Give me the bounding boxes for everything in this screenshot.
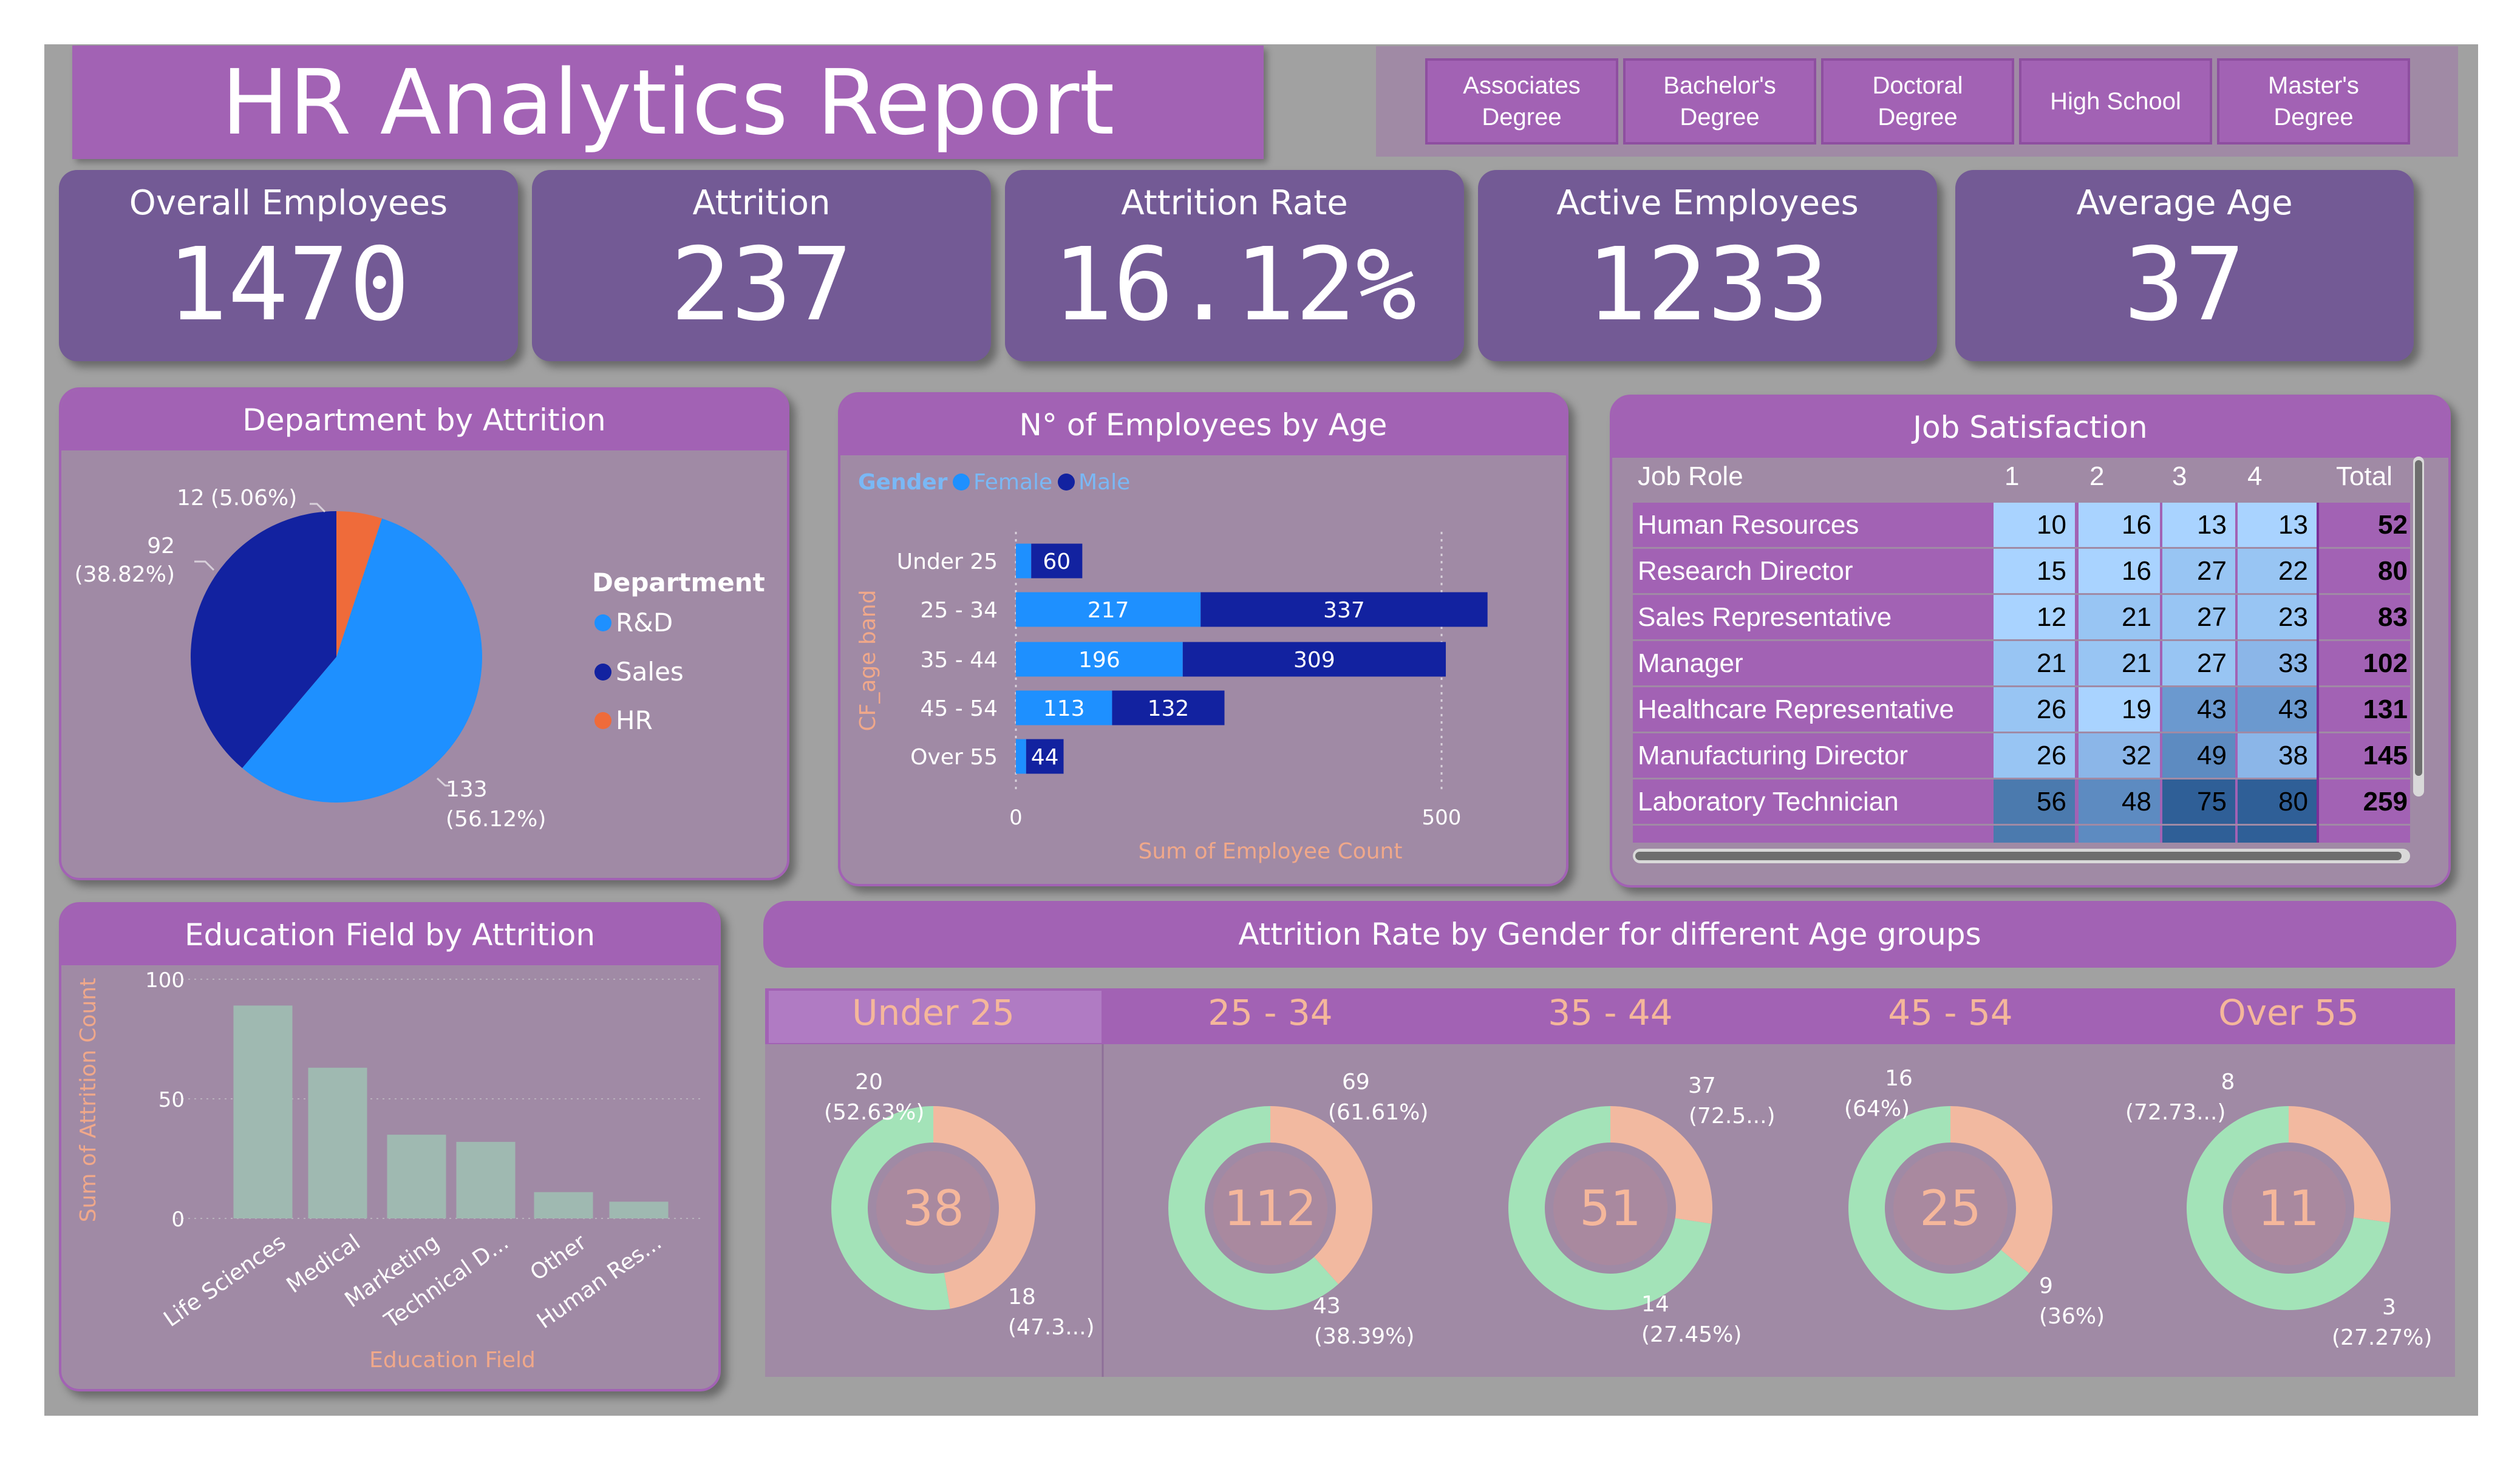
legend-marker-hr [594,712,611,729]
legend-marker-sales [594,664,611,681]
age-category-label: Over 55 [910,745,998,770]
donut-female-value: 18 [1008,1285,1036,1309]
donut-total: 51 [1579,1180,1641,1237]
age-y-axis-title: CF_age band [856,590,880,732]
donut-total: 38 [902,1180,964,1237]
dashboard: HR Analytics Report Associates Degree Ba… [0,0,2520,1457]
edu-category-label: Other [526,1230,591,1286]
age-bar-value: 196 [1078,648,1120,673]
pie-chart: 133 (56.12%) 92 (38.82%) 12 (5.06%) [75,486,547,832]
donut-charts: Under 253820(52.63%)18(47.3...)25 - 3411… [765,988,2455,1377]
donut-female-value: 9 [2039,1274,2053,1299]
donut-male-value: 20 [855,1070,883,1095]
pie-label-value: 92 [147,534,175,559]
legend-label-male[interactable]: Male [1078,470,1130,495]
legend-marker-male [1058,474,1075,491]
age-group-label: Over 55 [2218,992,2359,1033]
pie-label-value: 133 [446,777,488,802]
age-bar-value: 60 [1043,549,1071,574]
age-category-label: 25 - 34 [921,598,998,623]
age-group-label: 45 - 54 [1888,992,2012,1033]
age-category-label: 35 - 44 [921,648,998,673]
donut-female-pct: (38.39%) [1314,1324,1414,1349]
edu-y-tick: 50 [158,1088,185,1112]
pie-label-value: 12 [177,486,205,511]
edu-bar[interactable] [534,1192,593,1218]
pie-label-hr: 12 (5.06%) [177,486,297,511]
age-bar-value: 113 [1043,696,1085,721]
pie-label-pct: (5.06%) [211,486,297,511]
pie-leader-line [194,560,215,571]
legend-label-sales[interactable]: Sales [616,657,684,687]
donut-total: 11 [2258,1180,2320,1237]
age-bar-female[interactable] [1016,739,1026,774]
pie-label-pct: (38.82%) [75,562,175,587]
age-bar-value: 309 [1293,648,1335,673]
edu-bar[interactable] [308,1067,367,1218]
edu-y-tick: 0 [171,1207,185,1232]
age-x-axis-title: Sum of Employee Count [1139,839,1403,864]
donut-female-pct: (27.45%) [1641,1322,1742,1347]
age-bar-chart: 0 500 Under 25 60 25 - 34 217 337 35 - 44 196 309… [897,532,1488,830]
legend-label-female[interactable]: Female [973,470,1052,495]
age-bar-value: 132 [1148,696,1190,721]
education-x-axis-title: Education Field [369,1348,536,1373]
legend-marker-rd [594,614,611,631]
donut-male-pct: (64%) [1844,1096,1910,1121]
donut-female-value: 14 [1641,1292,1669,1317]
donut-male-pct: (61.61%) [1328,1100,1428,1125]
edu-bar[interactable] [387,1135,446,1218]
charts-layer: Department R&D Sales HR Gender Female Ma… [75,470,2455,1377]
donut-male-pct: (72.5...) [1689,1104,1776,1129]
legend-label-rd[interactable]: R&D [616,608,673,637]
edu-category-label: Life Sciences [159,1230,290,1332]
edu-bar[interactable] [233,1005,293,1218]
donut-male-value: 37 [1688,1073,1716,1098]
edu-bar[interactable] [456,1141,516,1218]
donut-female-pct: (36%) [2039,1304,2105,1329]
edu-category-label: Human Res... [533,1230,666,1334]
education-bar-chart: 050100Life SciencesMedicalMarketingTechn… [145,968,704,1334]
donut-total: 112 [1224,1180,1317,1237]
donut-male-pct: (52.63%) [824,1100,924,1125]
donut-total: 25 [1919,1180,1981,1237]
age-x-tick: 0 [1009,806,1023,830]
donut-female-value: 3 [2382,1295,2396,1320]
pie-leader-line [310,503,326,513]
age-group-label: 35 - 44 [1548,992,1672,1033]
edu-bar[interactable] [609,1201,669,1218]
pie-legend-title: Department [592,568,765,597]
age-bar-value: 337 [1323,598,1365,623]
age-legend-title: Gender [858,470,948,495]
age-bar-value: 217 [1088,598,1129,623]
donut-female-pct: (47.3...) [1008,1315,1095,1340]
age-x-tick: 500 [1422,806,1462,830]
age-group-label: 25 - 34 [1208,992,1332,1033]
age-group-label: Under 25 [852,992,1015,1033]
pie-label-pct: (56.12%) [446,807,546,832]
edu-y-tick: 100 [145,968,185,993]
age-bar-female[interactable] [1016,543,1032,579]
edu-category-label: Technical D... [380,1230,513,1334]
legend-marker-female [953,474,970,491]
donut-male-value: 69 [1342,1070,1370,1095]
age-category-label: Under 25 [897,549,998,574]
donut-male-value: 8 [2221,1070,2235,1095]
legend-label-hr[interactable]: HR [616,705,653,735]
donut-male-pct: (72.73...) [2125,1100,2225,1125]
donut-female-value: 43 [1313,1294,1341,1319]
education-y-axis-title: Sum of Attrition Count [76,978,101,1223]
donut-male-value: 16 [1885,1066,1913,1091]
donut-female-pct: (27.27%) [2332,1325,2432,1350]
age-category-label: 45 - 54 [921,696,998,721]
age-bar-value: 44 [1031,745,1059,770]
